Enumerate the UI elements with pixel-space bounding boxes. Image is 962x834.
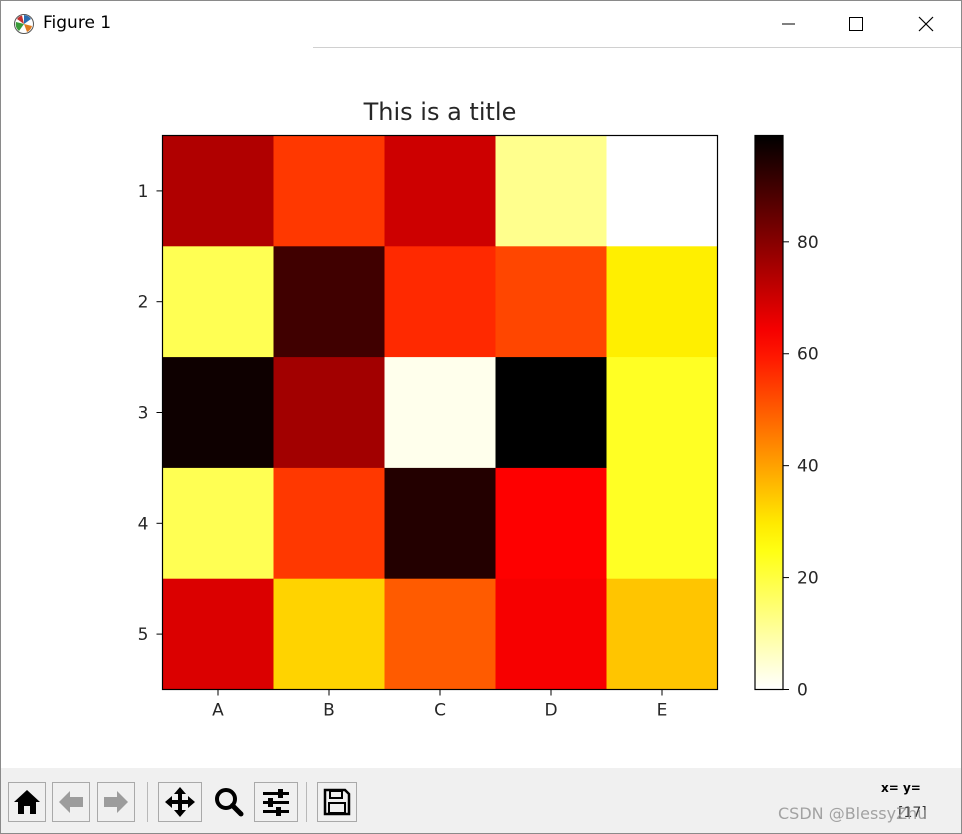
pan-move-icon xyxy=(165,787,195,817)
heatmap-cell xyxy=(384,578,496,690)
heatmap-cell xyxy=(606,357,718,469)
heatmap-cell xyxy=(606,135,718,247)
y-tick-label: 5 xyxy=(138,625,149,645)
colorbar xyxy=(755,135,783,690)
x-tick-label: B xyxy=(323,701,335,721)
heatmap-cell xyxy=(162,135,274,247)
zoom-magnifier-icon xyxy=(215,788,244,817)
pan-button[interactable] xyxy=(158,782,202,822)
navigation-toolbar: x= y= [17] CSDN @BlessyZhu xyxy=(1,768,961,833)
title-bar: Figure 1 xyxy=(1,1,961,47)
toolbar-separator xyxy=(147,782,148,822)
y-tick-label: 2 xyxy=(138,293,149,313)
heatmap-cell xyxy=(384,357,496,469)
zoom-button[interactable] xyxy=(207,782,251,822)
colorbar-tick-label: 0 xyxy=(797,681,808,701)
maximize-button[interactable] xyxy=(826,1,886,47)
heatmap-cell xyxy=(384,246,496,358)
heatmap-cell xyxy=(606,578,718,690)
heatmap-cell xyxy=(273,467,385,580)
heatmap-chart: This is a title A B C D E 1 2 3 4 5 0 20 40 60 80 xyxy=(138,98,819,721)
configure-subplots-button[interactable] xyxy=(254,782,298,822)
save-button[interactable] xyxy=(317,782,357,822)
x-tick-label: A xyxy=(212,701,224,721)
figure-canvas[interactable]: This is a title A B C D E 1 2 3 4 5 0 20 40 60 80 xyxy=(1,48,961,768)
toolbar-separator xyxy=(306,782,307,822)
maximize-icon xyxy=(849,17,863,31)
colorbar-tick-label: 80 xyxy=(797,233,819,253)
x-tick-label: D xyxy=(544,701,557,721)
minimize-button[interactable] xyxy=(759,1,819,47)
heatmap-cell xyxy=(162,578,274,690)
window-title: Figure 1 xyxy=(43,13,112,33)
close-button[interactable] xyxy=(896,1,956,47)
home-button[interactable] xyxy=(8,782,46,822)
y-tick-label: 4 xyxy=(138,514,149,534)
watermark: CSDN @BlessyZhu xyxy=(778,804,928,823)
heatmap-cell xyxy=(162,246,274,358)
heatmap-cell xyxy=(273,578,385,690)
colorbar-tick-label: 20 xyxy=(797,569,819,589)
home-icon xyxy=(14,790,40,814)
heatmap-cell xyxy=(162,357,274,469)
cursor-coordinates: x= y= xyxy=(881,781,921,795)
matplotlib-app-icon xyxy=(13,13,35,35)
figure-window: Figure 1 This is a title A B C D E 1 2 3 4 5 0 20… xyxy=(0,0,962,834)
heatmap-cell xyxy=(606,467,718,580)
forward-arrow-icon xyxy=(104,791,128,813)
heatmap-cell xyxy=(273,246,385,358)
heatmap-cell xyxy=(495,246,607,358)
colorbar-tick-label: 40 xyxy=(797,457,819,477)
back-button[interactable] xyxy=(52,782,90,822)
forward-button[interactable] xyxy=(97,782,135,822)
heatmap-cell xyxy=(495,467,607,580)
close-icon xyxy=(918,16,934,32)
chart-title: This is a title xyxy=(363,98,517,126)
colorbar-tick-label: 60 xyxy=(797,345,819,365)
heatmap-cell xyxy=(384,135,496,247)
heatmap-cell xyxy=(273,357,385,469)
minimize-icon xyxy=(782,23,795,25)
heatmap-cell xyxy=(384,467,496,580)
y-tick-label: 1 xyxy=(138,182,149,202)
heatmap-cell xyxy=(162,467,274,580)
back-arrow-icon xyxy=(59,791,83,813)
y-tick-label: 3 xyxy=(138,404,149,424)
heatmap-cell xyxy=(606,246,718,358)
x-tick-label: E xyxy=(657,701,668,721)
sliders-icon xyxy=(263,789,289,816)
floppy-disk-icon xyxy=(323,788,351,816)
x-tick-label: C xyxy=(434,701,446,721)
heatmap-cell xyxy=(273,135,385,247)
heatmap-cell xyxy=(495,135,607,247)
heatmap-cell xyxy=(495,578,607,690)
heatmap-cell xyxy=(495,357,607,469)
